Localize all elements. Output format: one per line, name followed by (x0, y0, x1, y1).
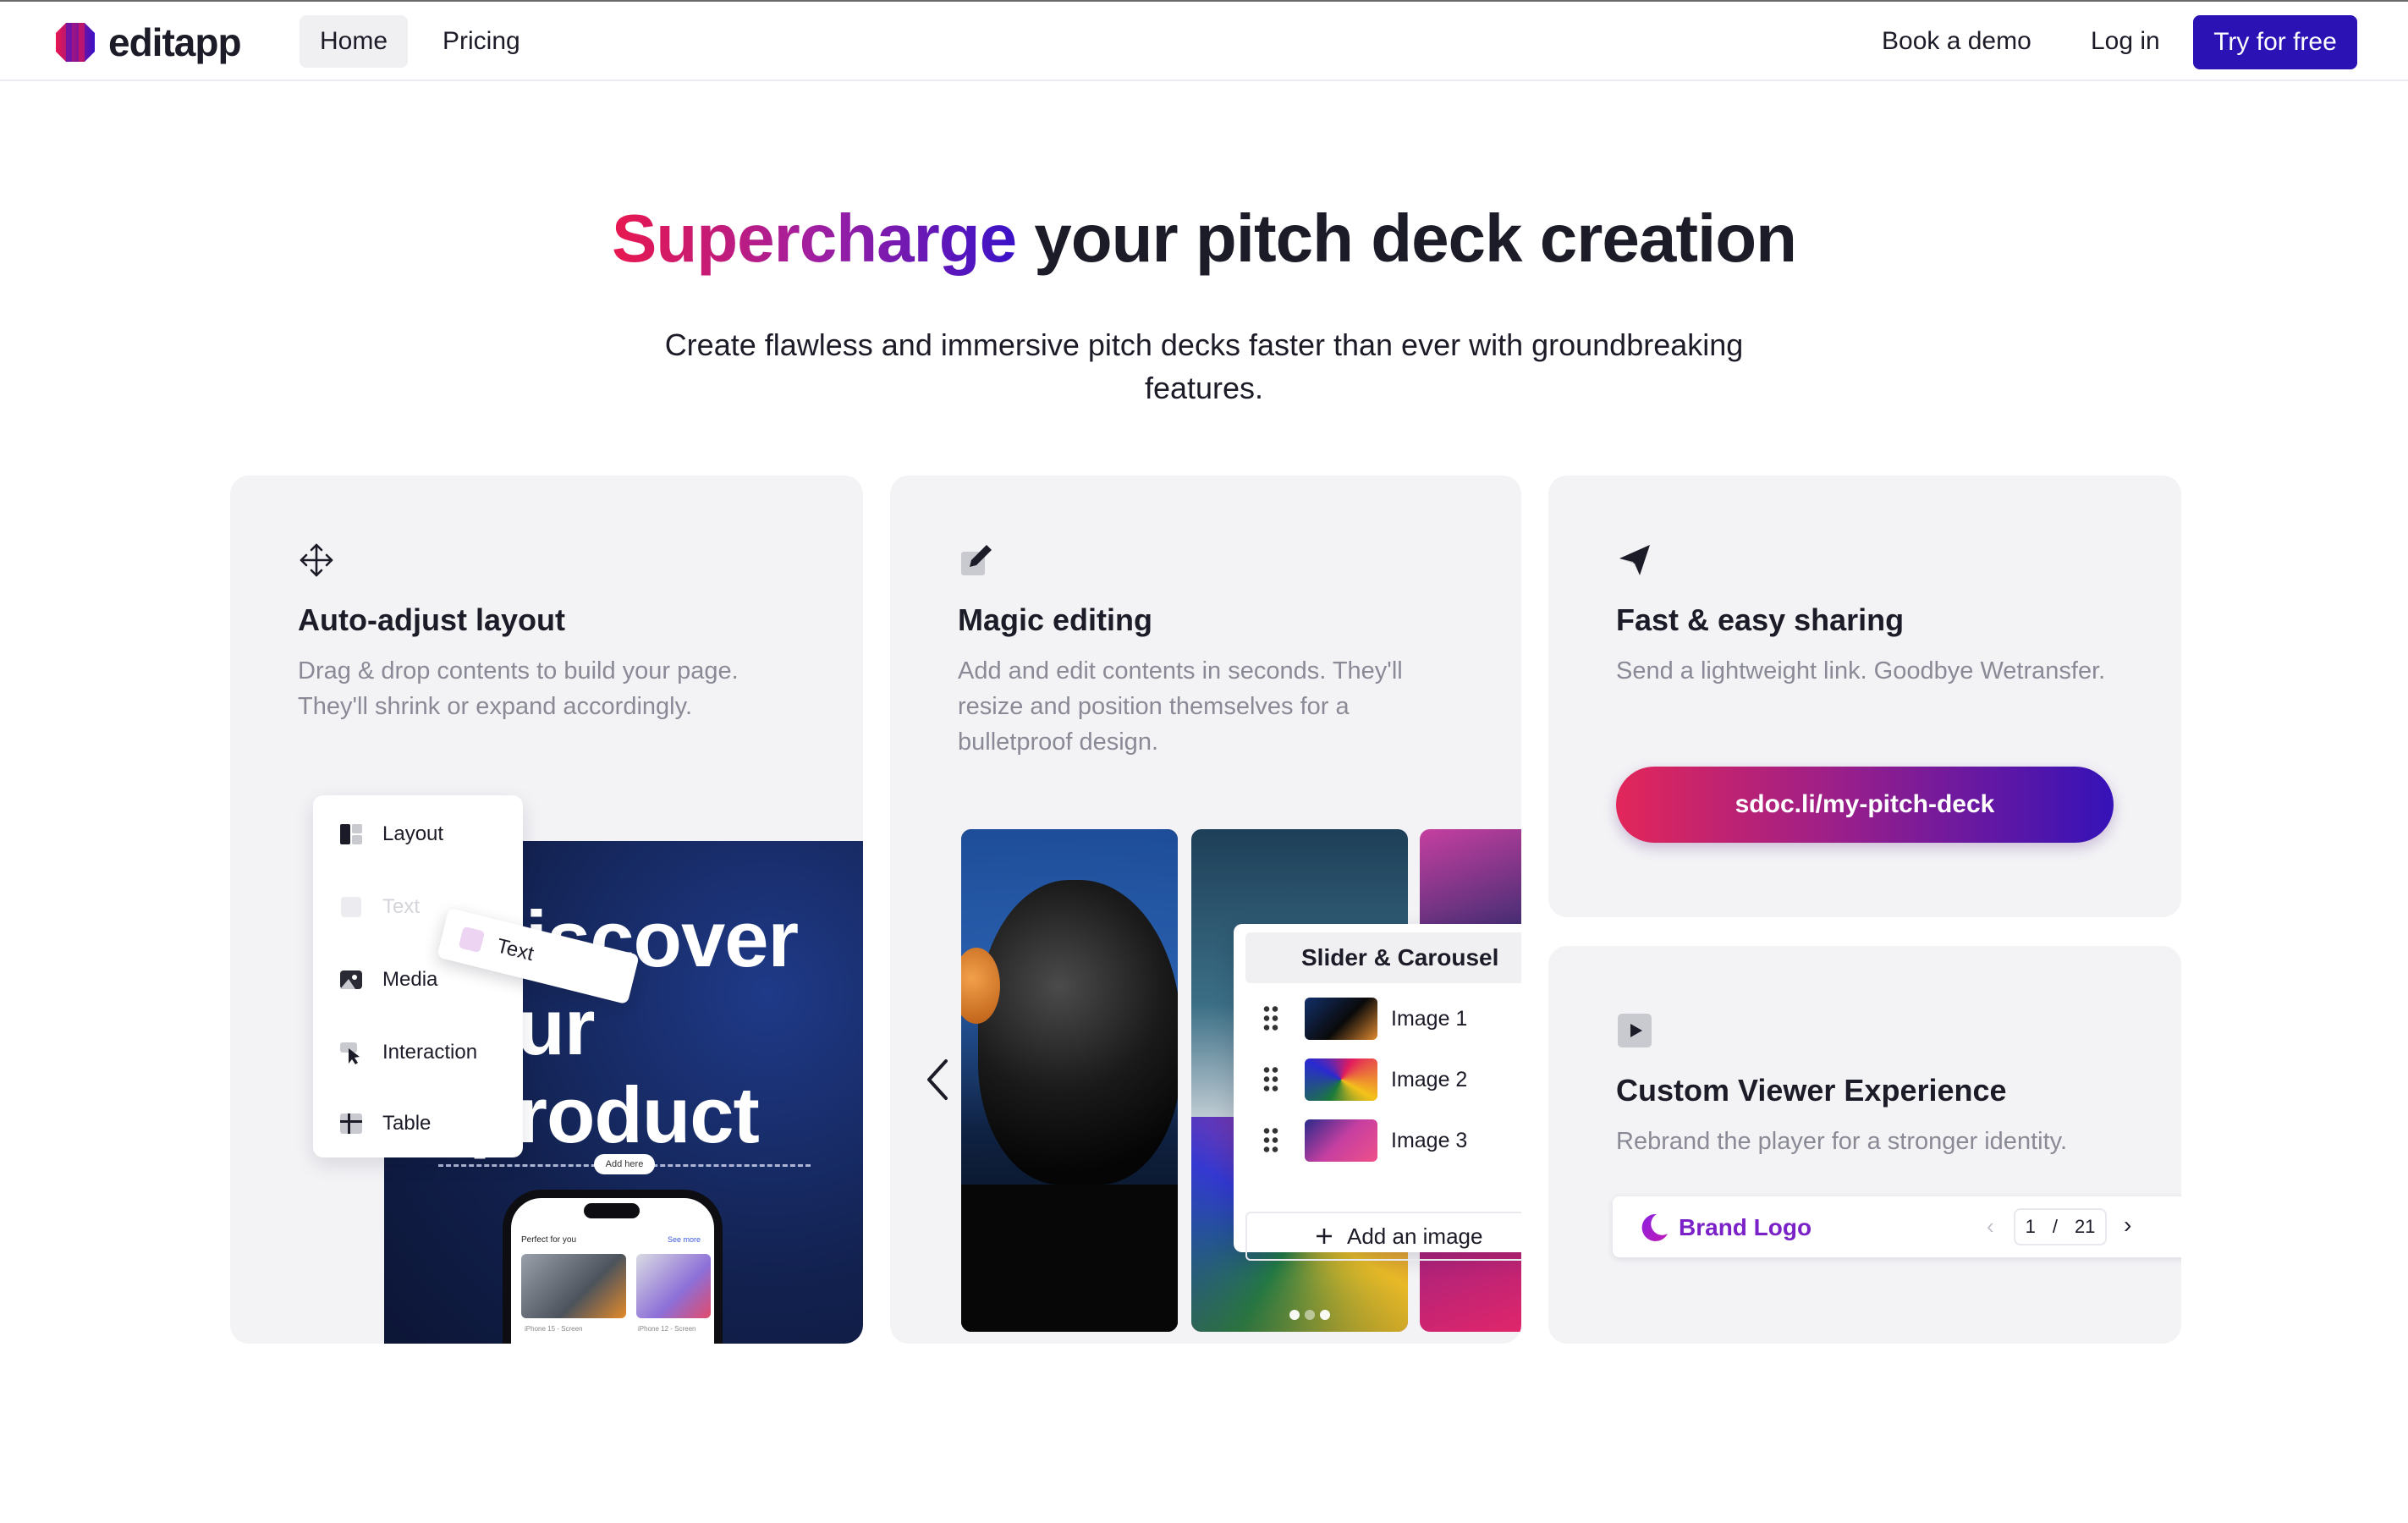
image-thumbnail (1305, 1119, 1377, 1162)
slider-item-label: Image 1 (1391, 1006, 1468, 1031)
card-title: Fast & easy sharing (1616, 602, 1905, 637)
layout-icon (340, 824, 362, 844)
add-image-label: Add an image (1347, 1223, 1483, 1249)
move-arrows-icon (300, 543, 333, 577)
block-menu: Layout Text Media Interaction Table (313, 795, 523, 1157)
logo-text: editapp (108, 20, 242, 64)
carousel-dots (1289, 1310, 1330, 1320)
phone-product-image (521, 1254, 626, 1318)
pencil-icon (961, 545, 992, 575)
hero-title: Supercharge your pitch deck creation (0, 200, 2408, 278)
card-description: Drag & drop contents to build your page.… (298, 657, 739, 720)
menu-item-label: Text (382, 895, 421, 918)
chevron-left-icon[interactable]: ‹ (1987, 1213, 1994, 1240)
menu-item-media[interactable]: Media (338, 963, 437, 997)
hero-subtitle: Create flawless and immersive pitch deck… (664, 327, 1744, 405)
page-indicator: 1 / 21 (2014, 1208, 2107, 1245)
play-icon (1618, 1014, 1652, 1047)
text-icon (341, 897, 361, 917)
menu-item-layout[interactable]: Layout (338, 817, 443, 851)
phone-section-title: Perfect for you (521, 1235, 577, 1245)
slider-item[interactable]: Image 3 (1262, 1119, 1467, 1163)
slider-settings-panel: Slider & Carousel Image 1 Image 2 Image … (1234, 924, 1521, 1261)
brand-logo-text: Brand Logo (1679, 1214, 1812, 1240)
text-block-icon (458, 926, 486, 954)
editapp-logo-icon (56, 23, 95, 62)
carousel-image-portrait (961, 829, 1178, 1332)
drag-handle-icon[interactable] (1262, 1065, 1279, 1094)
image-thumbnail (1305, 998, 1377, 1040)
share-link-button[interactable]: sdoc.li/my-pitch-deck (1616, 767, 2114, 843)
menu-item-label: Media (382, 968, 438, 991)
brand-logo: Brand Logo (1638, 1212, 1811, 1244)
add-image-button[interactable]: Add an image (1245, 1212, 1521, 1261)
slider-item-label: Image 3 (1391, 1128, 1468, 1152)
image-thumbnail (1305, 1058, 1377, 1101)
card-title: Magic editing (958, 602, 1153, 637)
nav-book-demo-link[interactable]: Book a demo (1861, 15, 2052, 68)
card-description: Rebrand the player for a stronger identi… (1616, 1128, 2068, 1155)
card-title: Auto-adjust layout (298, 602, 565, 637)
phone-mockup: Perfect for you See more iPhone 15 - Scr… (503, 1190, 723, 1344)
page-separator: / (2052, 1216, 2058, 1237)
phone-see-more: See more (667, 1235, 701, 1244)
carousel-dot[interactable] (1320, 1310, 1330, 1320)
carousel-dot[interactable] (1305, 1310, 1315, 1320)
menu-item-text[interactable]: Text (338, 890, 420, 924)
crescent-logo-icon (1641, 1213, 1668, 1241)
feature-card-magic-editing: Magic editing Add and edit contents in s… (890, 476, 1521, 1344)
slider-item-label: Image 2 (1391, 1067, 1468, 1091)
image-shadow (961, 1185, 1178, 1332)
drag-handle-icon[interactable] (1262, 1004, 1279, 1033)
viewer-player-bar: Brand Logo ‹ 1 / 21 › (1613, 1196, 2181, 1257)
menu-item-label: Interaction (382, 1041, 478, 1064)
hero-title-rest: your pitch deck creation (1016, 201, 1797, 276)
slider-item[interactable]: Image 2 (1262, 1058, 1467, 1102)
plus-icon (1317, 1229, 1332, 1244)
feature-card-sharing: Fast & easy sharing Send a lightweight l… (1548, 476, 2181, 917)
panel-title: Slider & Carousel (1245, 932, 1521, 983)
phone-product-caption: iPhone 15 - Screen (525, 1325, 583, 1333)
hero-title-highlight: Supercharge (612, 201, 1017, 276)
phone-notch (584, 1203, 640, 1218)
dragged-text-label: Text (494, 934, 536, 966)
logo[interactable]: editapp (54, 20, 242, 64)
phone-product-image (636, 1254, 711, 1318)
media-icon (340, 970, 362, 989)
phone-product-caption: iPhone 12 - Screen (638, 1325, 696, 1333)
menu-item-label: Layout (382, 822, 444, 845)
chevron-right-icon[interactable]: › (2124, 1212, 2131, 1239)
current-page: 1 (2025, 1216, 2036, 1237)
card-title: Custom Viewer Experience (1616, 1073, 2007, 1108)
nav-login-link[interactable]: Log in (2070, 15, 2180, 68)
image-subject (978, 880, 1178, 1185)
carousel-dot[interactable] (1289, 1310, 1300, 1320)
chevron-left-icon[interactable] (921, 1054, 954, 1105)
top-nav: editapp Home Pricing Book a demo Log in … (0, 0, 2408, 81)
nav-home-link[interactable]: Home (300, 15, 409, 68)
menu-item-interaction[interactable]: Interaction (338, 1036, 477, 1069)
slider-item[interactable]: Image 1 (1262, 997, 1467, 1041)
feature-card-viewer: Custom Viewer Experience Rebrand the pla… (1548, 946, 2181, 1344)
add-here-badge: Add here (594, 1154, 655, 1174)
table-icon (340, 1113, 362, 1134)
feature-card-auto-adjust: Auto-adjust layout Drag & drop contents … (230, 476, 863, 1344)
total-pages: 21 (2074, 1216, 2096, 1237)
card-description: Send a lightweight link. Goodbye Wetrans… (1616, 657, 2106, 685)
cursor-icon (340, 1042, 360, 1064)
paper-plane-icon (1619, 545, 1650, 575)
card-description: Add and edit contents in seconds. They'l… (958, 657, 1403, 756)
nav-pricing-link[interactable]: Pricing (422, 15, 541, 68)
try-for-free-button[interactable]: Try for free (2193, 15, 2357, 69)
drag-handle-icon[interactable] (1262, 1126, 1279, 1155)
menu-item-label: Table (382, 1112, 432, 1135)
menu-item-table[interactable]: Table (338, 1107, 431, 1141)
